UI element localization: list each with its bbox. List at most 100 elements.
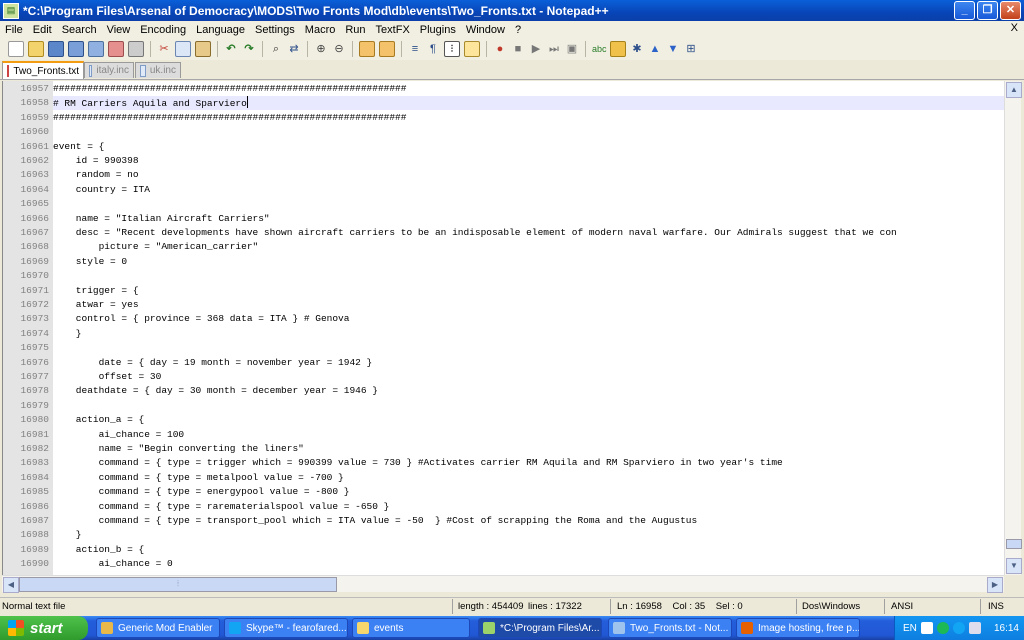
code-line[interactable]: ai_chance = 100 xyxy=(53,428,1005,442)
play-macro-icon[interactable]: ▶ xyxy=(529,42,543,56)
menu-macro[interactable]: Macro xyxy=(300,24,341,36)
tray-app-icon[interactable] xyxy=(936,622,949,634)
sync-h-icon[interactable] xyxy=(379,41,395,57)
code-line[interactable]: } xyxy=(53,528,1005,542)
menu-search[interactable]: Search xyxy=(57,24,102,36)
taskbar-item-skype[interactable]: Skype™ - fearofared... xyxy=(224,618,348,638)
code-area[interactable]: ########################################… xyxy=(53,81,1005,575)
replace-icon[interactable]: ⇄ xyxy=(287,42,301,56)
scroll-right-arrow-icon[interactable]: ▶ xyxy=(987,577,1003,593)
up-icon[interactable]: ▲ xyxy=(648,42,662,56)
skype-tray-icon[interactable] xyxy=(952,622,965,634)
copy-icon[interactable] xyxy=(175,41,191,57)
code-line[interactable]: control = { province = 368 data = ITA } … xyxy=(53,312,1005,326)
code-line[interactable] xyxy=(53,125,1005,139)
menu-run[interactable]: Run xyxy=(340,24,370,36)
save-all-icon[interactable] xyxy=(68,41,84,57)
code-line[interactable]: random = no xyxy=(53,168,1005,182)
notepadpp-app-icon[interactable]: ▤ xyxy=(3,2,19,19)
close-button[interactable]: ✕ xyxy=(1000,1,1021,20)
horizontal-scroll-thumb[interactable]: ⦙ xyxy=(19,577,337,592)
tab-uk-inc[interactable]: uk.inc xyxy=(135,62,181,78)
vertical-scroll-thumb[interactable] xyxy=(1006,539,1022,550)
down-icon[interactable]: ▼ xyxy=(666,42,680,56)
zoom-in-icon[interactable]: ⊕ xyxy=(314,42,328,56)
code-line[interactable]: event = { xyxy=(53,140,1005,154)
menu-edit[interactable]: Edit xyxy=(28,24,57,36)
code-line[interactable]: action_a = { xyxy=(53,413,1005,427)
tidy-icon[interactable]: ✱ xyxy=(630,42,644,56)
taskbar-item-firefox[interactable]: Image hosting, free p... xyxy=(736,618,860,638)
print-icon[interactable] xyxy=(128,41,144,57)
new-file-icon[interactable] xyxy=(8,41,24,57)
textfx-icon[interactable]: ⊞ xyxy=(684,42,698,56)
code-line[interactable]: command = { type = metalpool value = -70… xyxy=(53,471,1005,485)
text-editor[interactable]: 16957 16958 16959 16960 16961 16962 16963 16964… xyxy=(2,81,1005,575)
code-line[interactable]: ########################################… xyxy=(53,111,1005,125)
save-macro-icon[interactable]: ▣ xyxy=(565,42,579,56)
code-line[interactable]: offset = 30 xyxy=(53,370,1005,384)
code-line[interactable]: ########################################… xyxy=(53,82,1005,96)
spell-settings-icon[interactable] xyxy=(610,41,626,57)
find-icon[interactable]: ⌕ xyxy=(269,42,283,56)
clock[interactable]: 16:14 xyxy=(994,623,1019,634)
close-document-button[interactable]: X xyxy=(1011,22,1018,34)
sync-v-icon[interactable] xyxy=(359,41,375,57)
code-line[interactable] xyxy=(53,341,1005,355)
undo-icon[interactable]: ↶ xyxy=(224,42,238,56)
menu-settings[interactable]: Settings xyxy=(250,24,300,36)
code-line[interactable]: command = { type = transport_pool which … xyxy=(53,514,1005,528)
code-line[interactable]: ai_chance = 0 xyxy=(53,557,1005,571)
code-line[interactable] xyxy=(53,399,1005,413)
redo-icon[interactable]: ↷ xyxy=(242,42,256,56)
doc-map-icon[interactable] xyxy=(464,41,480,57)
menu-window[interactable]: Window xyxy=(461,24,510,36)
close-icon[interactable] xyxy=(88,41,104,57)
code-line[interactable]: } xyxy=(53,327,1005,341)
taskbar-item-events-folder[interactable]: events xyxy=(352,618,470,638)
code-line[interactable]: country = ITA xyxy=(53,183,1005,197)
open-file-icon[interactable] xyxy=(28,41,44,57)
horizontal-scrollbar[interactable]: ◀ ⦙ ▶ xyxy=(2,575,1004,593)
code-line[interactable]: desc = "Recent developments have shown a… xyxy=(53,226,1005,240)
menu-language[interactable]: Language xyxy=(191,24,250,36)
code-line[interactable]: action_b = { xyxy=(53,543,1005,557)
play-multiple-icon[interactable]: ⏭ xyxy=(547,42,561,56)
show-all-chars-icon[interactable]: ¶ xyxy=(426,42,440,56)
menu-textfx[interactable]: TextFX xyxy=(371,24,415,36)
code-line[interactable]: style = 0 xyxy=(53,255,1005,269)
code-line[interactable]: atwar = yes xyxy=(53,298,1005,312)
volume-icon[interactable] xyxy=(968,622,981,634)
minimize-button[interactable]: _ xyxy=(954,1,975,20)
taskbar-item-notepad[interactable]: Two_Fronts.txt - Not... xyxy=(608,618,732,638)
cut-icon[interactable]: ✂ xyxy=(157,42,171,56)
scroll-down-arrow-icon[interactable]: ▼ xyxy=(1006,558,1022,574)
code-line[interactable]: command = { type = energypool value = -8… xyxy=(53,485,1005,499)
maximize-button[interactable]: ❐ xyxy=(977,1,998,20)
save-icon[interactable] xyxy=(48,41,64,57)
tab-two-fronts[interactable]: Two_Fronts.txt xyxy=(2,61,84,79)
current-code-line[interactable]: # RM Carriers Aquila and Sparviero xyxy=(53,96,1005,111)
paste-icon[interactable] xyxy=(195,41,211,57)
help-icon[interactable] xyxy=(920,622,933,634)
scroll-left-arrow-icon[interactable]: ◀ xyxy=(3,577,19,593)
language-indicator[interactable]: EN xyxy=(903,623,917,634)
taskbar-item-generic-mod-enabler[interactable]: Generic Mod Enabler xyxy=(96,618,220,638)
code-line[interactable]: name = "Begin converting the liners" xyxy=(53,442,1005,456)
code-line[interactable] xyxy=(53,197,1005,211)
spell-check-icon[interactable]: abc xyxy=(592,42,607,56)
code-line[interactable]: id = 990398 xyxy=(53,154,1005,168)
vertical-scrollbar[interactable]: ▲ ▼ xyxy=(1004,81,1022,575)
menu-help[interactable]: ? xyxy=(510,24,526,36)
code-line[interactable]: name = "Italian Aircraft Carriers" xyxy=(53,212,1005,226)
code-line[interactable]: command = { type = rarematerialspool val… xyxy=(53,500,1005,514)
code-line[interactable]: picture = "American_carrier" xyxy=(53,240,1005,254)
code-line[interactable] xyxy=(53,269,1005,283)
menu-encoding[interactable]: Encoding xyxy=(135,24,191,36)
taskbar-item-notepadpp[interactable]: *C:\Program Files\Ar... xyxy=(478,618,602,638)
record-macro-icon[interactable]: ● xyxy=(493,42,507,56)
code-line[interactable]: command = { type = trigger which = 99039… xyxy=(53,456,1005,470)
code-line[interactable]: date = { day = 19 month = november year … xyxy=(53,356,1005,370)
code-line[interactable]: trigger = { xyxy=(53,284,1005,298)
menu-file[interactable]: File xyxy=(0,24,28,36)
